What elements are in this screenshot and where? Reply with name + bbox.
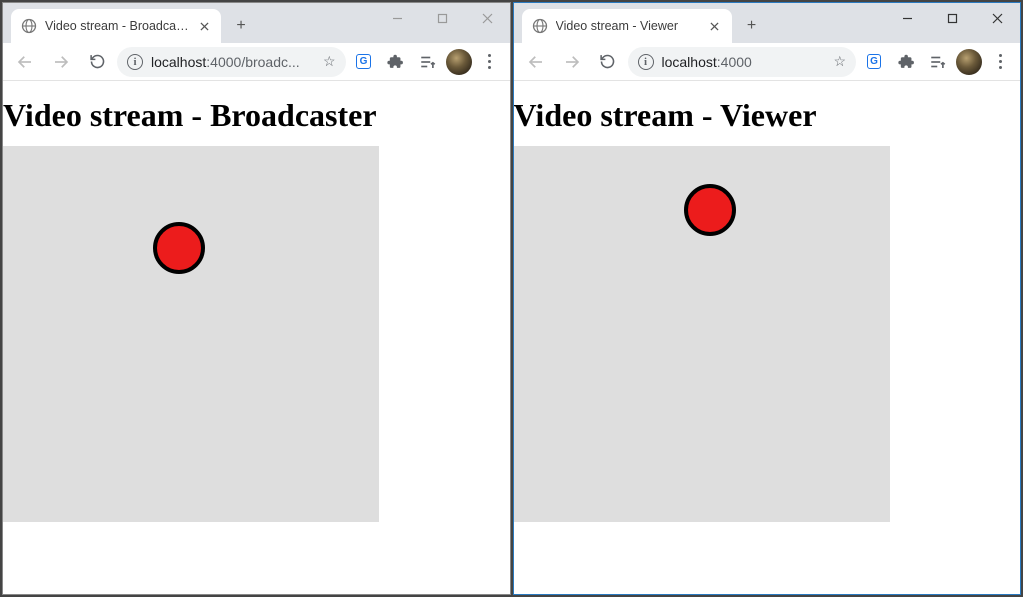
tab-close-button[interactable] [197,19,211,33]
chrome-menu-button[interactable] [986,48,1014,76]
red-ball-icon [684,184,736,236]
window-maximize-button[interactable] [420,3,465,33]
page-heading: Video stream - Broadcaster [3,97,510,134]
titlebar: Video stream - Broadcaster + [3,3,510,43]
browser-toolbar: i localhost:4000 ☆ G [514,43,1021,81]
browser-window-broadcaster: Video stream - Broadcaster + i localhost… [2,2,511,595]
globe-icon [532,18,548,34]
window-controls [885,3,1020,33]
titlebar: Video stream - Viewer + [514,3,1021,43]
address-bar[interactable]: i localhost:4000/broadc... ☆ [117,47,346,77]
red-ball-icon [153,222,205,274]
new-tab-button[interactable]: + [738,12,766,40]
back-button[interactable] [9,46,41,78]
globe-icon [21,18,37,34]
window-close-button[interactable] [465,3,510,33]
page-heading: Video stream - Viewer [514,97,1021,134]
page-content: Video stream - Viewer [514,81,1021,594]
tab-close-button[interactable] [708,19,722,33]
reading-list-icon[interactable] [414,48,442,76]
chrome-menu-button[interactable] [476,48,504,76]
browser-tab[interactable]: Video stream - Viewer [522,9,732,43]
translate-extension-icon[interactable]: G [350,48,378,76]
site-info-icon[interactable]: i [127,54,143,70]
address-bar[interactable]: i localhost:4000 ☆ [628,47,857,77]
profile-avatar[interactable] [956,49,982,75]
bookmark-star-icon[interactable]: ☆ [323,53,336,70]
translate-extension-icon[interactable]: G [860,48,888,76]
reload-button[interactable] [592,46,624,78]
page-content: Video stream - Broadcaster [3,81,510,594]
url-text: localhost:4000/broadc... [151,54,315,70]
extensions-icon[interactable] [892,48,920,76]
browser-tab[interactable]: Video stream - Broadcaster [11,9,221,43]
reading-list-icon[interactable] [924,48,952,76]
window-minimize-button[interactable] [885,3,930,33]
browser-toolbar: i localhost:4000/broadc... ☆ G [3,43,510,81]
forward-button[interactable] [45,46,77,78]
window-maximize-button[interactable] [930,3,975,33]
browser-window-viewer: Video stream - Viewer + i localhost:4000… [513,2,1022,595]
window-minimize-button[interactable] [375,3,420,33]
bookmark-star-icon[interactable]: ☆ [833,53,846,70]
tab-title: Video stream - Viewer [556,19,700,33]
profile-avatar[interactable] [446,49,472,75]
video-canvas[interactable] [3,146,379,522]
back-button[interactable] [520,46,552,78]
forward-button[interactable] [556,46,588,78]
site-info-icon[interactable]: i [638,54,654,70]
video-canvas[interactable] [514,146,890,522]
new-tab-button[interactable]: + [227,12,255,40]
reload-button[interactable] [81,46,113,78]
window-controls [375,3,510,33]
window-close-button[interactable] [975,3,1020,33]
url-text: localhost:4000 [662,54,826,70]
extensions-icon[interactable] [382,48,410,76]
tab-title: Video stream - Broadcaster [45,19,189,33]
